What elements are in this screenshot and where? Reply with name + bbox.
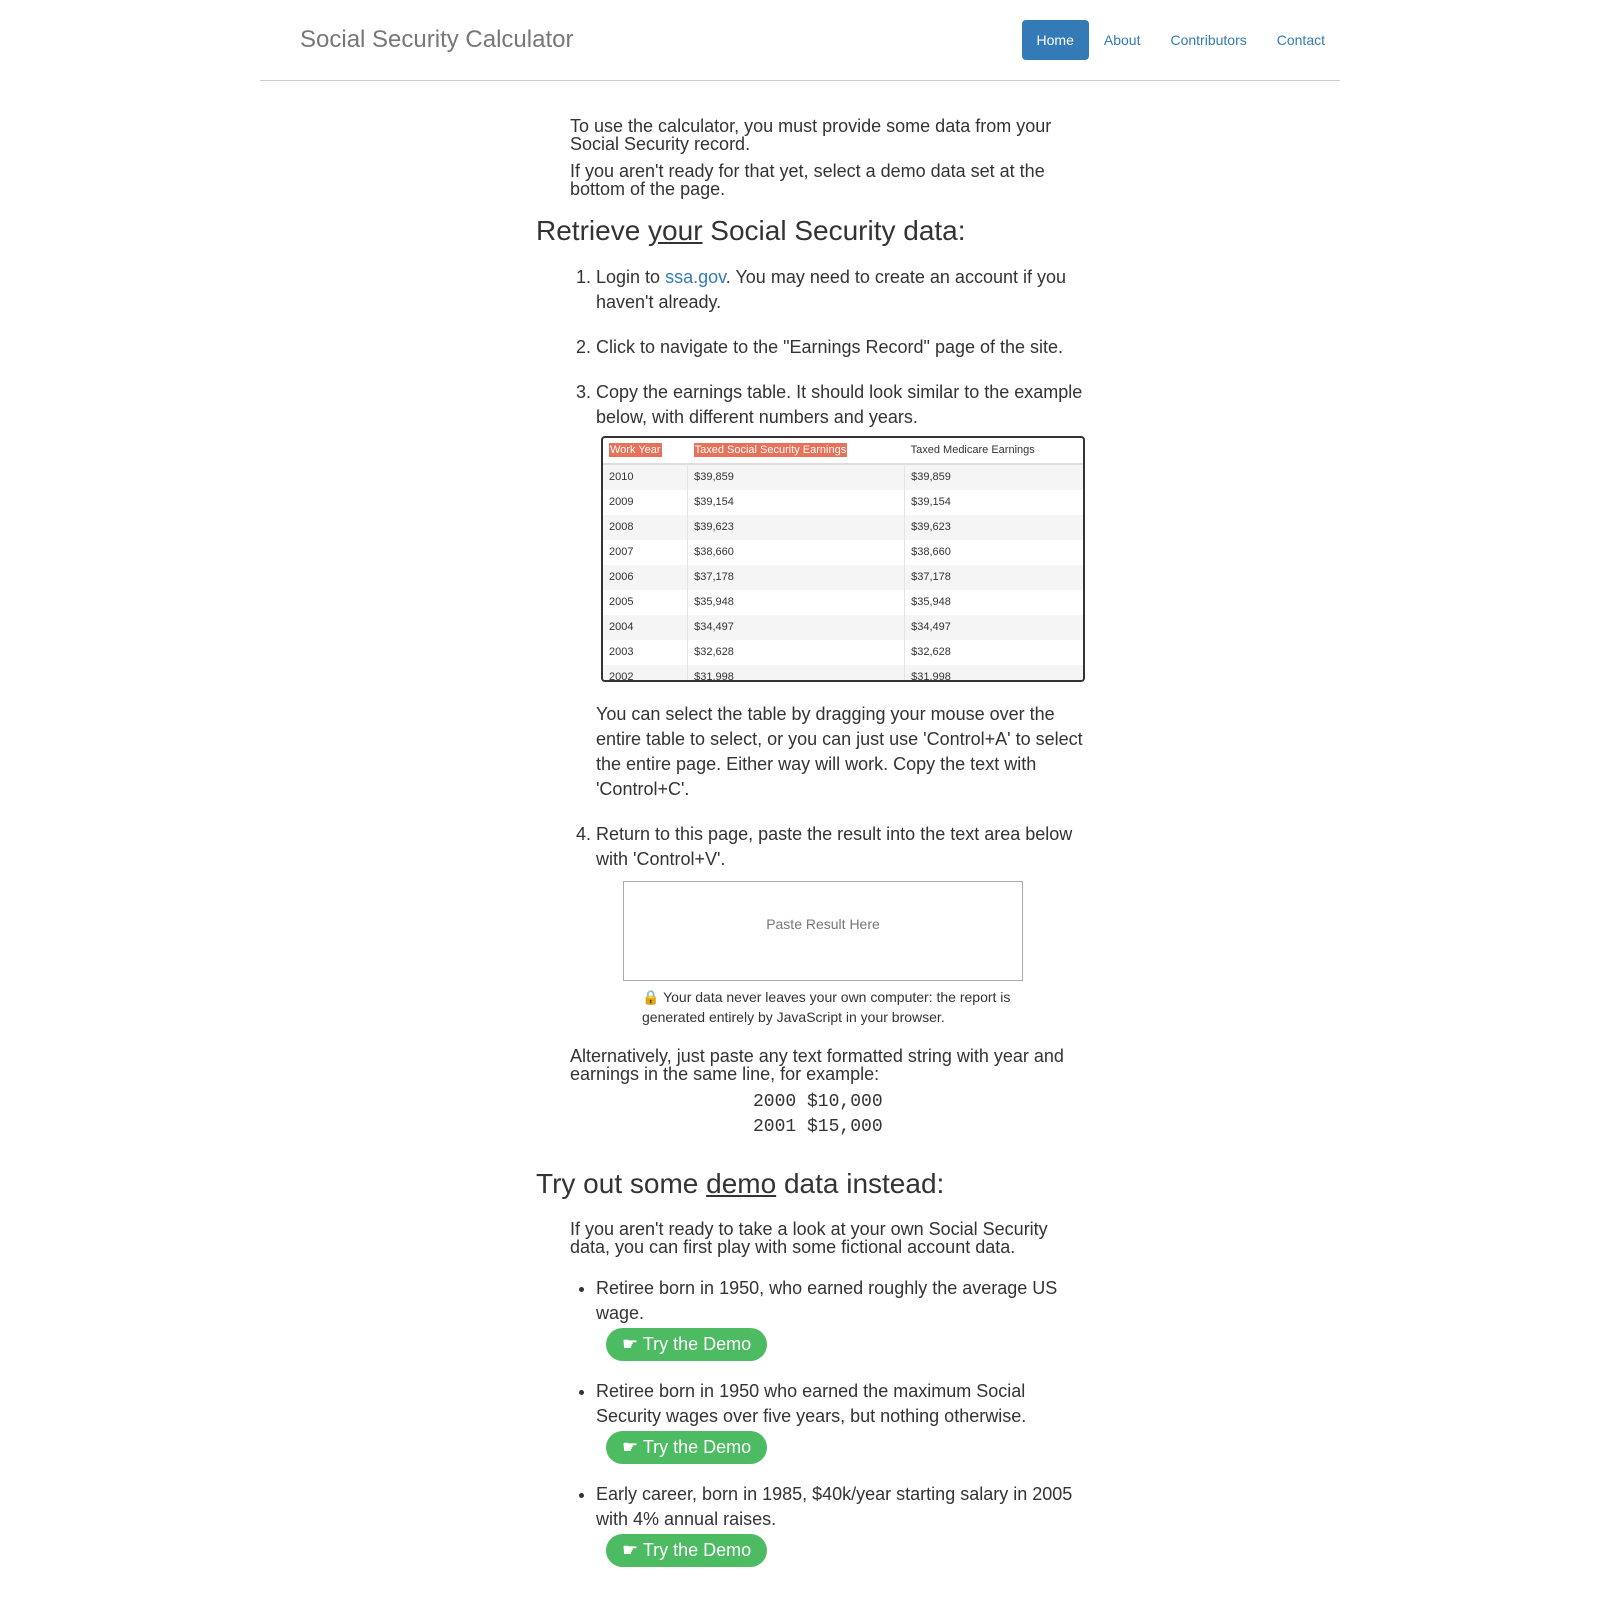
page: Social Security Calculator Home About Co… — [0, 0, 1600, 1605]
step-login: Login to ssa.gov. You may need to create… — [596, 265, 1090, 315]
intro-line-2: If you aren't ready for that yet, select… — [570, 161, 1045, 199]
example-table-cell: $31,998 — [904, 665, 1083, 680]
example-table-cell: 2007 — [603, 540, 688, 565]
example-table-cell: 2002 — [603, 665, 688, 680]
try-demo-button[interactable]: ☛ Try the Demo — [606, 1534, 768, 1567]
intro-text: To use the calculator, you must provide … — [570, 117, 1090, 207]
step-copy: Copy the earnings table. It should look … — [596, 380, 1090, 802]
try-demo-button[interactable]: ☛ Try the Demo — [606, 1431, 768, 1464]
example-table-row: 2009 $39,154 $39,154 — [603, 490, 1083, 515]
demo-intro: If you aren't ready to take a look at yo… — [570, 1219, 1048, 1257]
format-example-line: 2001 $15,000 — [753, 1117, 883, 1137]
example-table-row: 2010 $39,859 $39,859 — [603, 464, 1083, 490]
example-table-cell: 2008 — [603, 515, 688, 540]
nav-contributors[interactable]: Contributors — [1155, 20, 1261, 60]
nav-about[interactable]: About — [1089, 20, 1156, 60]
step-navigate: Click to navigate to the "Earnings Recor… — [596, 335, 1090, 360]
example-table-cell: $39,623 — [687, 515, 905, 540]
paste-result-textarea[interactable] — [623, 881, 1023, 981]
example-table-cell: $34,497 — [904, 615, 1083, 640]
try-demo-button[interactable]: ☛ Try the Demo — [606, 1328, 768, 1361]
example-table-cell: $35,948 — [687, 590, 905, 615]
example-table-cell: $32,628 — [687, 640, 905, 665]
intro-line-1: To use the calculator, you must provide … — [570, 116, 1052, 154]
example-table-row: 2006 $37,178 $37,178 — [603, 565, 1083, 590]
privacy-note: 🔒 Your data never leaves your own comput… — [642, 989, 1011, 1025]
step-copy-note: You can select the table by dragging you… — [596, 704, 1083, 799]
example-table-cell: $38,660 — [904, 540, 1083, 565]
navbar: Social Security Calculator Home About Co… — [260, 0, 1340, 81]
alternative-text: Alternatively, just paste any text forma… — [570, 1046, 1064, 1084]
demo-item: Retiree born in 1950 who earned the maxi… — [596, 1379, 1090, 1482]
example-table-cell: $39,859 — [904, 464, 1083, 490]
example-table-cell: 2009 — [603, 490, 688, 515]
format-example-line: 2000 $10,000 — [753, 1092, 883, 1112]
example-table-cell: 2010 — [603, 464, 688, 490]
lock-icon: 🔒 — [642, 989, 660, 1005]
example-table-row: 2004 $34,497 $34,497 — [603, 615, 1083, 640]
example-earnings-table: Work Year Taxed Social Security Earnings… — [601, 436, 1085, 682]
example-table-cell: $39,154 — [687, 490, 905, 515]
example-table-cell: $39,623 — [904, 515, 1083, 540]
example-table-cell: $39,154 — [904, 490, 1083, 515]
example-table-cell: $38,660 — [687, 540, 905, 565]
nav-home[interactable]: Home — [1021, 20, 1089, 60]
step-paste: Return to this page, paste the result in… — [596, 822, 1090, 872]
demo-item: Retiree born in 1950, who earned roughly… — [596, 1276, 1090, 1379]
example-table-cell: $31,998 — [687, 665, 905, 680]
demo-list: Retiree born in 1950, who earned roughly… — [570, 1276, 1090, 1585]
example-table-row: 2007 $38,660 $38,660 — [603, 540, 1083, 565]
instruction-steps: Login to ssa.gov. You may need to create… — [570, 265, 1090, 892]
brand-title[interactable]: Social Security Calculator — [300, 26, 573, 54]
retrieve-heading: Retrieve your Social Security data: — [536, 215, 966, 246]
example-table-cell: 2006 — [603, 565, 688, 590]
demo-heading: Try out some demo data instead: — [536, 1168, 945, 1199]
example-table-cell: $37,178 — [687, 565, 905, 590]
example-table-row: 2003 $32,628 $32,628 — [603, 640, 1083, 665]
example-header-year: Work Year — [603, 438, 688, 465]
nav-contact[interactable]: Contact — [1262, 20, 1340, 60]
example-table-row: 2008 $39,623 $39,623 — [603, 515, 1083, 540]
example-table-cell: 2005 — [603, 590, 688, 615]
example-table-row: 2002 $31,998 $31,998 — [603, 665, 1083, 680]
example-table-cell: $34,497 — [687, 615, 905, 640]
ssa-gov-link[interactable]: ssa.gov — [665, 267, 726, 287]
example-table-row: 2005 $35,948 $35,948 — [603, 590, 1083, 615]
format-example: 2000 $10,000 2001 $15,000 — [753, 1090, 883, 1140]
example-table-cell: $37,178 — [904, 565, 1083, 590]
example-table-cell: 2004 — [603, 615, 688, 640]
example-table-cell: $35,948 — [904, 590, 1083, 615]
demo-item: Early career, born in 1985, $40k/year st… — [596, 1482, 1090, 1585]
example-header-ss: Taxed Social Security Earnings — [687, 438, 905, 465]
nav-menu: Home About Contributors Contact — [1021, 20, 1340, 60]
example-table-cell: $39,859 — [687, 464, 905, 490]
example-header-medicare: Taxed Medicare Earnings — [904, 438, 1083, 465]
example-table-cell: $32,628 — [904, 640, 1083, 665]
example-table-cell: 2003 — [603, 640, 688, 665]
